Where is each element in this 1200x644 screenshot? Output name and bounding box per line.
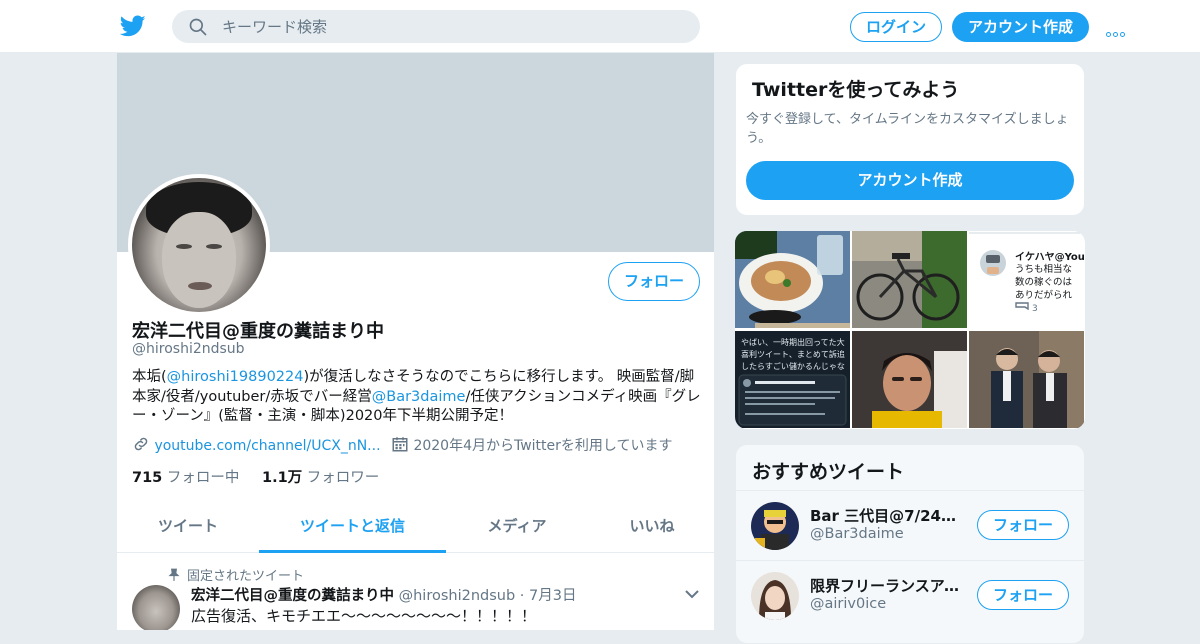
- media-thumb-bicycle[interactable]: [852, 231, 967, 328]
- pinned-tweet[interactable]: 固定されたツイート 宏洋二代目@重度の糞詰まり中 @hiroshi2ndsub …: [117, 553, 714, 630]
- profile-name: 宏洋二代目@重度の糞詰まり中: [132, 321, 384, 342]
- profile-column: フォロー 宏洋二代目@重度の糞詰まり中 @hiroshi2ndsub 本垢(@h…: [116, 53, 715, 630]
- pin-icon: [168, 568, 180, 581]
- media-thumb-tweet-screenshot[interactable]: イケハヤ@YouTu うちも相当な数の稼ぐのはありだがられることによっ 3: [969, 231, 1084, 328]
- media-thumb-two-men[interactable]: [969, 331, 1084, 428]
- bio-mention-link[interactable]: @hiroshi19890224: [167, 369, 304, 385]
- search-input[interactable]: [222, 10, 682, 43]
- media-thumb-selfie[interactable]: [852, 331, 967, 428]
- media-tweet-body: うちも相当な数の稼ぐのはありだがられることによっ: [1015, 264, 1073, 301]
- tweet-author-handle[interactable]: @hiroshi2ndsub: [399, 588, 516, 604]
- pinned-indicator: 固定されたツイート: [167, 565, 304, 584]
- follow-button[interactable]: フォロー: [608, 262, 700, 301]
- search-icon: [189, 18, 207, 36]
- chevron-down-icon[interactable]: [685, 589, 699, 599]
- profile-avatar[interactable]: [128, 174, 270, 316]
- recommended-follow-button[interactable]: フォロー: [977, 510, 1069, 540]
- tab-likes[interactable]: いいね: [588, 503, 714, 553]
- profile-tabs: ツイート ツイートと返信 メディア いいね: [117, 503, 714, 553]
- try-twitter-description: 今すぐ登録して、タイムラインをカスタマイズしましょう。: [746, 112, 1069, 146]
- bio-mention-link[interactable]: @Bar3daime: [372, 389, 466, 405]
- recommended-account-avatar[interactable]: [751, 572, 799, 620]
- sidebar-signup-button[interactable]: アカウント作成: [746, 161, 1074, 200]
- recommended-follow-button[interactable]: フォロー: [977, 580, 1069, 610]
- calendar-icon: [392, 437, 408, 452]
- search-box[interactable]: [172, 10, 700, 43]
- media-tweet-reply-count: 3: [1032, 304, 1038, 314]
- media-thumb-dark-tweet[interactable]: やばい、一時期出回ってた大喜利ツイート、まとめて訴追したらすごい儲かるんじゃない…: [735, 331, 850, 428]
- recommended-accounts-card: おすすめツイート Bar 三代目@7/24リニューアルオープン @Bar3dai…: [735, 444, 1085, 644]
- twitter-bird-icon[interactable]: [120, 13, 146, 39]
- recommended-account-name[interactable]: Bar 三代目@7/24リニューアルオープン: [810, 505, 960, 526]
- tweet-date[interactable]: 7月3日: [529, 588, 576, 604]
- profile-meta: youtube.com/channel/UCX_nN... 2020年4月からT…: [132, 435, 672, 455]
- recommended-account-handle[interactable]: @airiv0ice: [810, 596, 886, 612]
- profile-stats: 715 フォロー中 1.1万 フォロワー: [132, 466, 379, 487]
- try-twitter-title: Twitterを使ってみよう: [752, 79, 960, 101]
- recommended-account-name[interactable]: 限界フリーランスアイリ: [810, 575, 960, 596]
- recommended-title: おすすめツイート: [752, 461, 905, 483]
- tweet-author-name[interactable]: 宏洋二代目@重度の糞詰まり中: [191, 588, 394, 604]
- media-grid: イケハヤ@YouTu うちも相当な数の稼ぐのはありだがられることによっ 3 やば…: [735, 231, 1085, 429]
- tab-tweets-and-replies[interactable]: ツイートと返信: [259, 503, 446, 553]
- followers-stat[interactable]: 1.1万 フォロワー: [262, 470, 379, 486]
- tab-media[interactable]: メディア: [446, 503, 588, 553]
- try-twitter-card: Twitterを使ってみよう 今すぐ登録して、タイムラインをカスタマイズしましょ…: [735, 63, 1085, 216]
- profile-website-link[interactable]: youtube.com/channel/UCX_nN...: [154, 438, 380, 454]
- recommended-account-handle[interactable]: @Bar3daime: [810, 526, 904, 542]
- media-thumb-food[interactable]: [735, 231, 850, 328]
- link-icon: [134, 437, 148, 451]
- tweet-text: 広告復活、キモチエエ〜〜〜〜〜〜〜〜！！！！！: [191, 607, 537, 625]
- more-options-icon[interactable]: [1106, 22, 1130, 37]
- login-button[interactable]: ログイン: [850, 12, 942, 42]
- tweet-header: 宏洋二代目@重度の糞詰まり中 @hiroshi2ndsub · 7月3日: [191, 588, 577, 604]
- recommended-account-row[interactable]: Bar 三代目@7/24リニューアルオープン @Bar3daime フォロー: [736, 490, 1084, 560]
- tab-tweets[interactable]: ツイート: [117, 503, 259, 553]
- signup-button[interactable]: アカウント作成: [952, 12, 1089, 42]
- profile-bio: 本垢(@hiroshi19890224)が復活しなさそうなのでこちらに移行します…: [132, 369, 701, 424]
- recommended-account-row[interactable]: 限界フリーランスアイリ @airiv0ice フォロー: [736, 560, 1084, 630]
- profile-handle: @hiroshi2ndsub: [132, 341, 245, 357]
- following-stat[interactable]: 715 フォロー中: [132, 470, 239, 486]
- top-navigation-bar: ログイン アカウント作成: [0, 0, 1200, 53]
- tweet-author-avatar[interactable]: [132, 585, 180, 630]
- recommended-account-avatar[interactable]: [751, 502, 799, 550]
- joined-date: 2020年4月からTwitterを利用しています: [413, 438, 673, 454]
- media-tweet-author: イケハヤ@YouTu: [1015, 252, 1084, 263]
